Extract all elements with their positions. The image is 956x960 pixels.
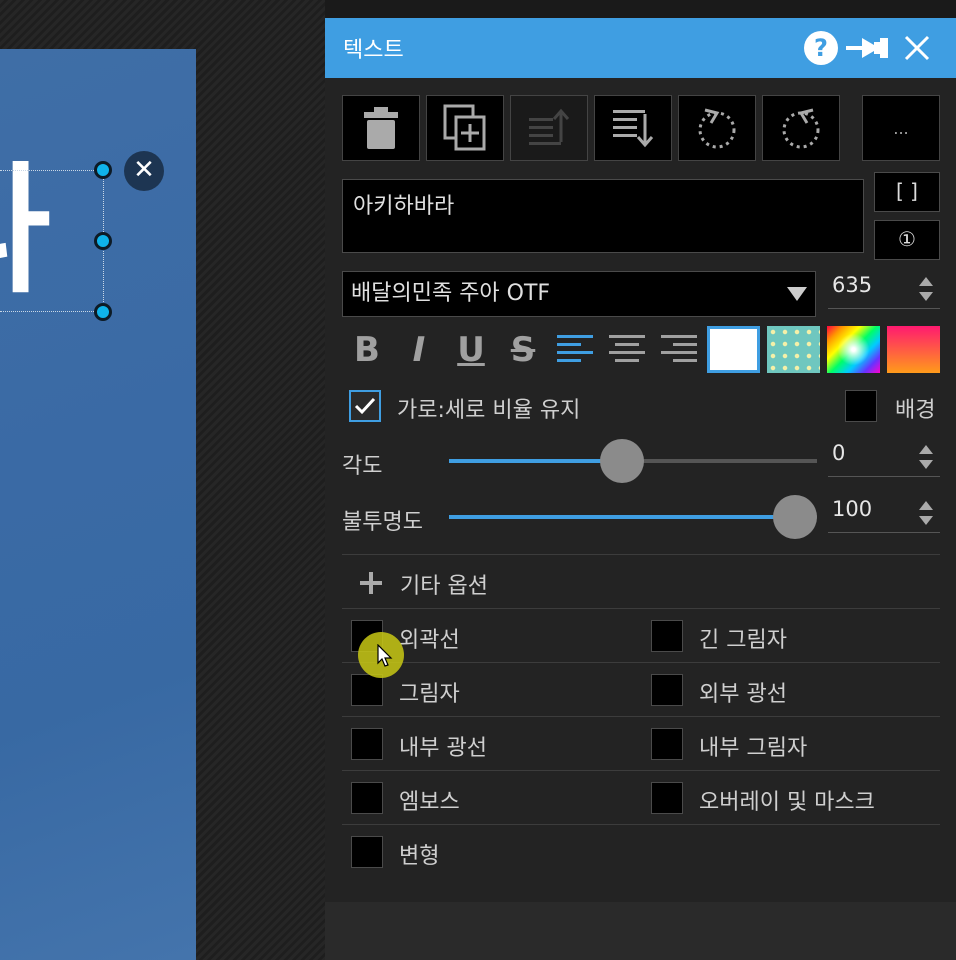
angle-stepper[interactable]: 0 (828, 439, 940, 477)
effect-transform-label: 변형 (399, 844, 440, 869)
align-left-icon (557, 335, 593, 362)
resize-handle-middle[interactable] (94, 232, 112, 250)
divider (342, 554, 940, 555)
align-right-button[interactable] (657, 327, 701, 373)
checkmark-icon (354, 397, 376, 415)
effect-inner-glow-label: 내부 광선 (399, 736, 487, 761)
divider (342, 824, 940, 825)
resize-handle-bottom[interactable] (94, 303, 112, 321)
selection-box (0, 170, 104, 312)
align-center-button[interactable] (605, 327, 649, 373)
rotate-right-button[interactable] (762, 95, 840, 161)
bracket-button[interactable]: [ ] (874, 172, 940, 212)
duplicate-icon (443, 104, 486, 151)
opacity-slider-knob[interactable] (773, 495, 817, 539)
plus-icon (360, 572, 382, 594)
underline-button[interactable]: U (449, 327, 493, 373)
effect-inner-shadow-checkbox[interactable] (651, 728, 683, 760)
panel-title: 텍스트 (343, 38, 404, 63)
effect-shadow-label: 그림자 (399, 682, 460, 707)
opacity-label: 불투명도 (342, 510, 423, 535)
fill-gradient-swatch[interactable] (887, 326, 940, 373)
background-checkbox[interactable] (845, 390, 877, 422)
font-family-value: 배달의민족 주아 OTF (351, 281, 551, 306)
divider (342, 608, 940, 609)
mouse-cursor-icon (377, 644, 393, 667)
font-size-value: 635 (832, 273, 873, 297)
effect-overlay-mask-checkbox[interactable] (651, 782, 683, 814)
fill-rainbow-swatch[interactable] (827, 326, 880, 373)
resize-handle-top[interactable] (94, 161, 112, 179)
panel-header: 텍스트 ? (325, 18, 956, 78)
panel-footer (325, 902, 956, 960)
fill-pattern-swatch[interactable] (767, 326, 820, 373)
rotate-left-button[interactable] (678, 95, 756, 161)
effect-emboss-checkbox[interactable] (351, 782, 383, 814)
stepper-arrows-icon[interactable] (918, 275, 934, 303)
background-label: 배경 (895, 398, 936, 423)
pin-icon[interactable] (846, 36, 890, 60)
align-right-icon (661, 335, 697, 362)
angle-slider-fill (449, 459, 622, 463)
effect-outer-glow-checkbox[interactable] (651, 674, 683, 706)
effect-overlay-mask-label: 오버레이 및 마스크 (699, 790, 875, 815)
more-options-label: 기타 옵션 (400, 574, 488, 599)
bring-forward-button[interactable] (510, 95, 588, 161)
keep-ratio-label: 가로:세로 비율 유지 (397, 398, 581, 423)
angle-label: 각도 (342, 454, 383, 479)
divider (342, 770, 940, 771)
effect-long-shadow-checkbox[interactable] (651, 620, 683, 652)
send-backward-icon (613, 110, 654, 148)
help-icon[interactable]: ? (804, 31, 838, 65)
effect-inner-shadow-label: 내부 그림자 (699, 736, 808, 761)
chevron-down-icon (787, 287, 807, 301)
rotate-left-icon (698, 108, 736, 149)
trash-icon (364, 107, 398, 149)
workspace[interactable]: 라 ✕ (0, 0, 325, 960)
opacity-slider-fill (449, 515, 795, 519)
send-backward-button[interactable] (594, 95, 672, 161)
bold-button[interactable]: B (345, 327, 389, 373)
rotate-right-icon (782, 108, 820, 149)
angle-slider-knob[interactable] (600, 439, 644, 483)
italic-button[interactable]: I (397, 327, 441, 373)
bring-forward-icon (529, 108, 570, 145)
stepper-arrows-icon[interactable] (918, 443, 934, 471)
angle-value: 0 (832, 441, 846, 465)
number-button[interactable]: ① (874, 220, 940, 260)
strikethrough-button[interactable]: S (501, 327, 545, 373)
close-panel-icon[interactable] (903, 34, 931, 62)
delete-button[interactable] (342, 95, 420, 161)
opacity-stepper[interactable]: 100 (828, 495, 940, 533)
stepper-arrows-icon[interactable] (918, 499, 934, 527)
text-content-input[interactable]: 아키하바라 (342, 179, 864, 253)
align-center-icon (609, 335, 645, 362)
opacity-value: 100 (832, 497, 873, 521)
divider (342, 662, 940, 663)
effect-shadow-checkbox[interactable] (351, 674, 383, 706)
effect-long-shadow-label: 긴 그림자 (699, 628, 787, 653)
divider (342, 716, 940, 717)
effect-outline-label: 외곽선 (399, 628, 460, 653)
fill-white-swatch[interactable] (707, 326, 760, 373)
effect-transform-checkbox[interactable] (351, 836, 383, 868)
effect-emboss-label: 엠보스 (399, 790, 460, 815)
duplicate-button[interactable] (426, 95, 504, 161)
font-size-stepper[interactable]: 635 (828, 271, 940, 309)
align-left-button[interactable] (553, 327, 597, 373)
delete-object-icon[interactable]: ✕ (124, 151, 164, 191)
effect-outer-glow-label: 외부 광선 (699, 682, 787, 707)
effect-inner-glow-checkbox[interactable] (351, 728, 383, 760)
font-family-select[interactable]: 배달의민족 주아 OTF (342, 271, 816, 317)
keep-ratio-checkbox[interactable] (349, 390, 381, 422)
more-options-toggle[interactable]: 기타 옵션 (342, 558, 940, 608)
more-button[interactable]: ... (862, 95, 940, 161)
text-panel: 텍스트 ? ... 아키하바라 [] ① 배달의민족 주아 OTF 635 B… (325, 18, 956, 902)
